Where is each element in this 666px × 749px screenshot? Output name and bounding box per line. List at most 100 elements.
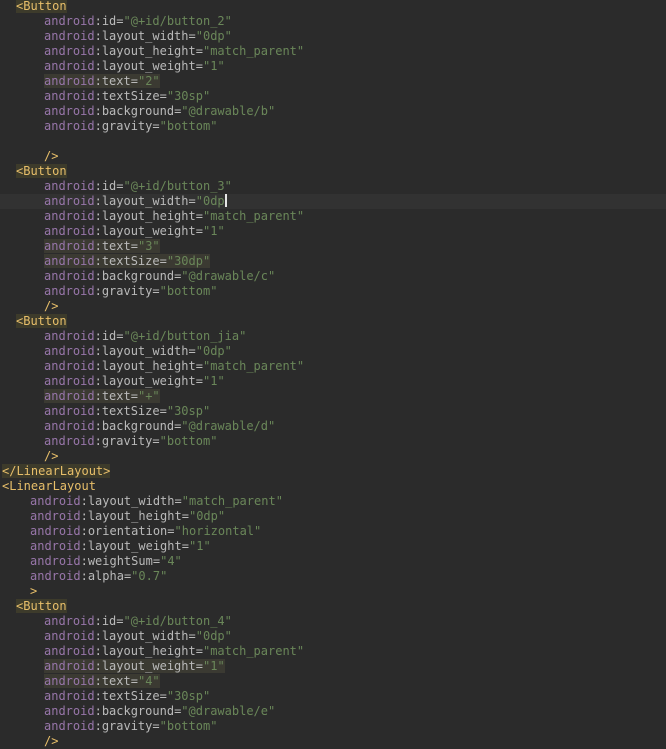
quote: " (152, 674, 160, 688)
code-line[interactable]: > (0, 584, 666, 599)
code-line[interactable]: /> (0, 734, 666, 749)
attribute-name: textSize (101, 404, 160, 418)
attribute: android:id="@+id/button_4" (44, 614, 232, 628)
code-line[interactable]: android:text="3" (0, 239, 666, 254)
code-line-content: android:weightSum="4" (30, 554, 182, 569)
self-close-tag: /> (44, 734, 59, 748)
code-line-content: <Button (16, 314, 67, 329)
attribute: android:layout_width="0dp (44, 194, 227, 208)
attribute: android:text="2" (44, 74, 160, 88)
attribute-colon: : (94, 269, 102, 283)
code-line[interactable]: android:background="@drawable/b" (0, 104, 666, 119)
code-line[interactable]: android:layout_weight="1" (0, 59, 666, 74)
attribute-namespace: android (44, 419, 95, 433)
code-line[interactable]: android:textSize="30sp" (0, 689, 666, 704)
attribute-colon: : (94, 659, 102, 673)
code-line[interactable]: android:textSize="30sp" (0, 89, 666, 104)
code-line[interactable]: android:textSize="30sp" (0, 404, 666, 419)
code-line[interactable]: android:layout_width="0dp" (0, 29, 666, 44)
code-line[interactable]: android:layout_width="0dp (0, 194, 666, 209)
code-line[interactable]: android:id="@+id/button_4" (0, 614, 666, 629)
code-line[interactable]: /> (0, 299, 666, 314)
code-line[interactable]: android:gravity="bottom" (0, 284, 666, 299)
code-editor[interactable]: <Button android:id="@+id/button_2" android… (0, 0, 666, 748)
attribute-colon: : (94, 689, 102, 703)
code-line[interactable]: android:layout_height="match_parent" (0, 209, 666, 224)
code-line[interactable]: android:layout_weight="1" (0, 659, 666, 674)
code-line-content: android:textSize="30sp" (44, 89, 210, 104)
code-line-content: </LinearLayout> (2, 464, 111, 479)
code-line-content: android:layout_height="match_parent" (44, 44, 304, 59)
attribute-name: layout_height (101, 44, 196, 58)
attribute-value: @drawable/d (188, 419, 269, 433)
attribute-equals: = (159, 89, 167, 103)
code-line[interactable]: android:text="+" (0, 389, 666, 404)
code-line[interactable]: android:layout_height="match_parent" (0, 644, 666, 659)
attribute-colon: : (94, 404, 102, 418)
attribute-value: 30sp (174, 689, 203, 703)
quote: " (159, 434, 167, 448)
quote: " (159, 119, 167, 133)
code-line[interactable]: android:background="@drawable/e" (0, 704, 666, 719)
quote: " (217, 509, 226, 523)
code-line[interactable]: <Button (0, 599, 666, 614)
code-line[interactable]: android:background="@drawable/d" (0, 419, 666, 434)
attribute-namespace: android (44, 254, 95, 268)
code-line[interactable]: android:id="@+id/button_2" (0, 14, 666, 29)
self-close-tag: /> (44, 449, 59, 463)
code-line[interactable]: android:background="@drawable/c" (0, 269, 666, 284)
tag-name: Button (23, 164, 67, 178)
code-line[interactable]: android:layout_height="match_parent" (0, 44, 666, 59)
code-line[interactable]: <Button (0, 164, 666, 179)
code-line[interactable]: android:layout_height="0dp" (0, 509, 666, 524)
quote: " (181, 104, 189, 118)
code-line[interactable]: <Button (0, 314, 666, 329)
code-line[interactable]: android:text="2" (0, 74, 666, 89)
code-line[interactable]: android:layout_height="match_parent" (0, 359, 666, 374)
code-line[interactable]: android:id="@+id/button_3" (0, 179, 666, 194)
code-line[interactable]: android:layout_width="0dp" (0, 629, 666, 644)
code-line[interactable]: android:layout_weight="1" (0, 224, 666, 239)
quote: " (239, 329, 247, 343)
quote: " (181, 494, 189, 508)
attribute-namespace: android (44, 269, 95, 283)
code-line[interactable]: /> (0, 149, 666, 164)
code-line[interactable]: android:weightSum="4" (0, 554, 666, 569)
attribute-namespace: android (44, 404, 95, 418)
code-line-content: android:text="3" (44, 239, 160, 254)
attribute-namespace: android (44, 329, 95, 343)
code-line[interactable] (0, 134, 666, 149)
quote: " (217, 59, 225, 73)
code-line[interactable]: android:layout_width="0dp" (0, 344, 666, 359)
attribute-name: gravity (101, 719, 153, 733)
code-line[interactable]: android:layout_weight="1" (0, 374, 666, 389)
quote: " (174, 524, 182, 538)
code-line[interactable]: android:gravity="bottom" (0, 719, 666, 734)
code-line[interactable]: android:orientation="horizontal" (0, 524, 666, 539)
attribute-value: match_parent (210, 359, 297, 373)
code-line[interactable]: android:textSize="30dp" (0, 254, 666, 269)
code-line[interactable]: android:layout_width="match_parent" (0, 494, 666, 509)
code-line-content: android:background="@drawable/c" (44, 269, 275, 284)
code-line[interactable]: </LinearLayout> (0, 464, 666, 479)
quote: " (296, 644, 305, 658)
code-line[interactable]: <LinearLayout (0, 479, 666, 494)
code-line[interactable]: android:text="4" (0, 674, 666, 689)
quote: " (268, 419, 276, 433)
attribute-colon: : (80, 524, 88, 538)
code-line[interactable]: android:layout_weight="1" (0, 539, 666, 554)
code-line[interactable]: /> (0, 449, 666, 464)
code-line[interactable]: android:gravity="bottom" (0, 119, 666, 134)
code-line[interactable]: android:id="@+id/button_jia" (0, 329, 666, 344)
quote: " (195, 194, 203, 208)
code-line[interactable]: <Button (0, 0, 666, 14)
code-line-content: android:id="@+id/button_3" (44, 179, 232, 194)
attribute-value: @+id/button_4 (130, 614, 225, 628)
quote: " (123, 329, 131, 343)
attribute-colon: : (94, 74, 102, 88)
code-line[interactable]: android:alpha="0.7" (0, 569, 666, 584)
quote: " (203, 539, 211, 553)
code-line-content: android:background="@drawable/e" (44, 704, 275, 719)
code-line[interactable]: android:gravity="bottom" (0, 434, 666, 449)
attribute-name: text (101, 674, 131, 688)
